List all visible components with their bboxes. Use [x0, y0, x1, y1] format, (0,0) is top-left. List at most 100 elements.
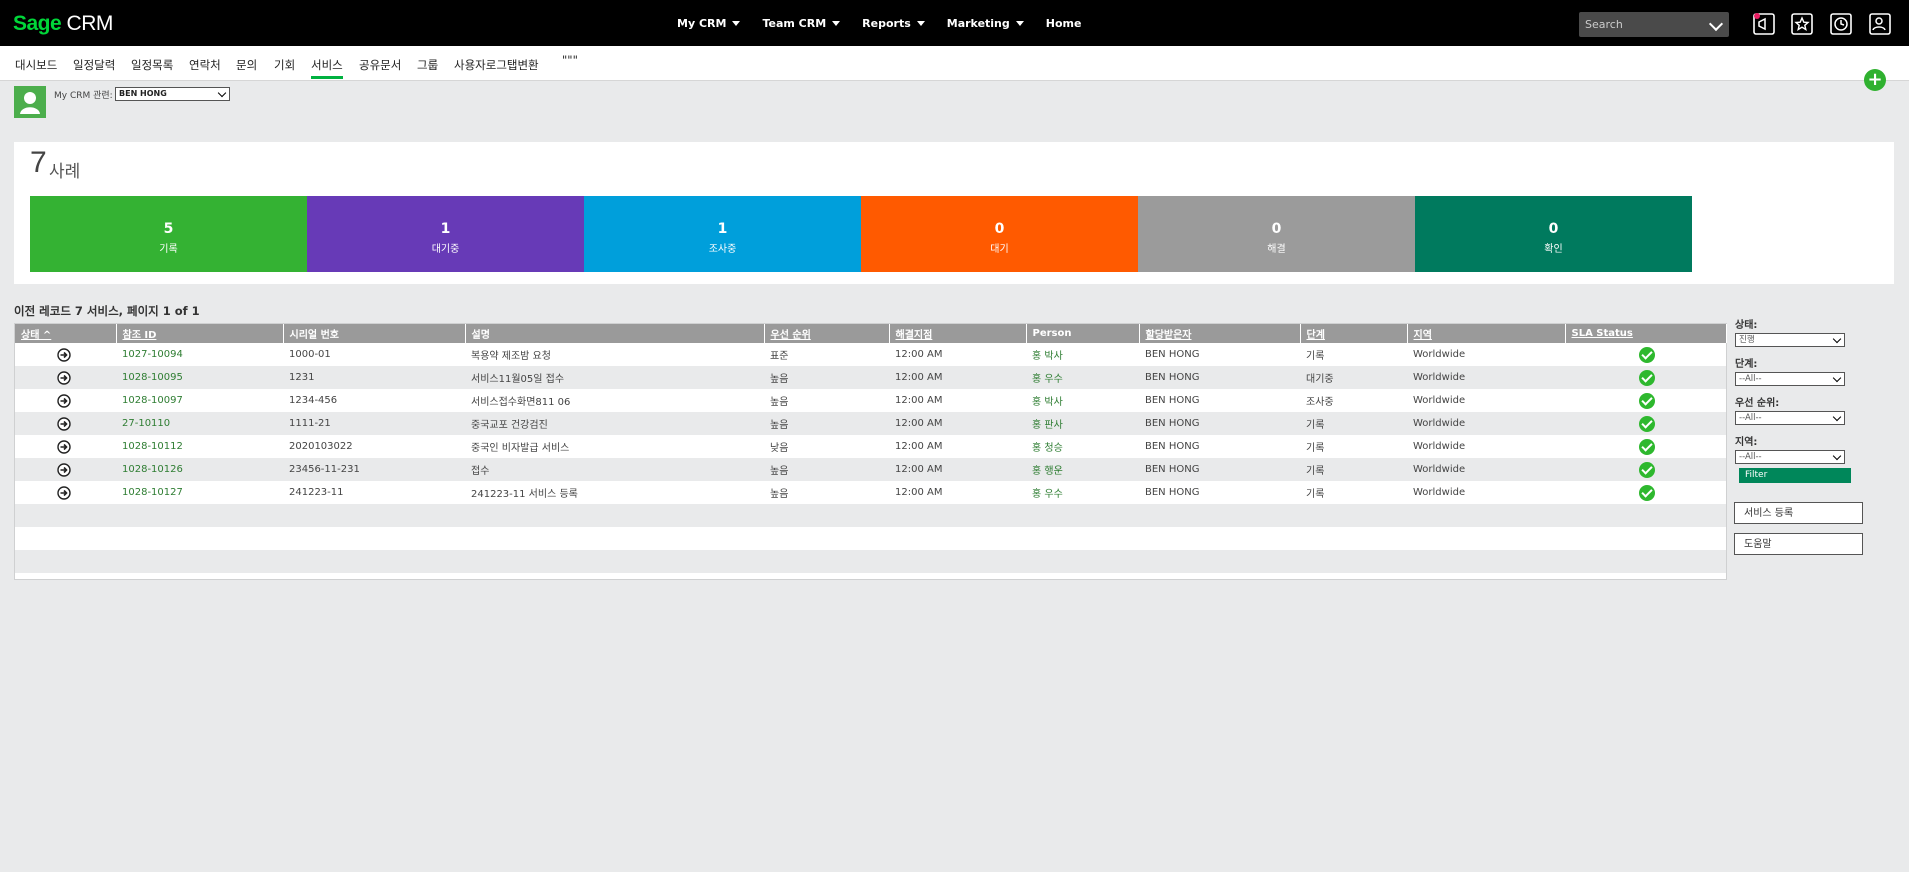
col-description: 설명 [465, 324, 765, 343]
ref-cell[interactable]: 27-10110 [116, 412, 283, 435]
table-row[interactable]: 1028-10126 23456-11-231 접수 높음 12:00 AM 홍 행운 BE… [15, 458, 1726, 481]
tile-waiting[interactable]: 1 대기중 [307, 196, 584, 272]
person-cell[interactable]: 홍 박사 [1026, 389, 1139, 412]
col-sla-status[interactable]: SLA Status [1565, 324, 1727, 343]
ref-cell[interactable]: 1028-10126 [116, 458, 283, 481]
open-record-arrow-icon[interactable] [57, 370, 71, 385]
table-row[interactable]: 1027-10094 1000-01 복용약 제조밤 요청 표준 12:00 AM 홍 박… [15, 343, 1726, 366]
person-cell[interactable]: 홍 우수 [1026, 366, 1139, 389]
tab-contacts[interactable]: 연락처 [189, 57, 221, 73]
sla-cell [1565, 366, 1726, 389]
tab-inquiries[interactable]: 문의 [236, 57, 257, 73]
case-status-tiles: 5 기록 1 대기중 1 조사중 0 대기 0 해결 0 확인 [30, 196, 1692, 272]
tab-services[interactable]: 서비스 [311, 57, 343, 79]
region-cell: Worldwide [1407, 458, 1565, 481]
new-service-button[interactable]: 서비스 등록 [1734, 502, 1863, 524]
status-filter-select[interactable]: 진행 [1735, 333, 1845, 347]
add-new-button[interactable]: + [1864, 69, 1886, 91]
tile-resolved[interactable]: 0 해결 [1138, 196, 1415, 272]
tile-investigating[interactable]: 1 조사중 [584, 196, 861, 272]
help-button[interactable]: 도움말 [1734, 533, 1863, 555]
col-assignee[interactable]: 할당받은자 [1139, 324, 1301, 343]
desc-cell: 접수 [465, 458, 764, 481]
nav-my-crm[interactable]: My CRM [677, 17, 741, 30]
sla-cell [1565, 458, 1726, 481]
open-record-arrow-icon[interactable] [57, 439, 71, 454]
ref-cell[interactable]: 1028-10097 [116, 389, 283, 412]
nav-reports[interactable]: Reports [862, 17, 925, 30]
search-box [1579, 12, 1729, 37]
person-cell[interactable]: 홍 우수 [1026, 481, 1139, 504]
nav-label: Reports [862, 17, 911, 30]
stage-cell: 기록 [1300, 458, 1407, 481]
region-cell: Worldwide [1413, 349, 1466, 360]
tile-pending[interactable]: 0 대기 [861, 196, 1138, 272]
tab-schedule-list[interactable]: 일정목록 [131, 57, 173, 73]
person-cell[interactable]: 홍 행운 [1026, 458, 1139, 481]
nav-team-crm[interactable]: Team CRM [762, 17, 841, 30]
desc-cell: 중국인 비자발급 서비스 [471, 443, 570, 454]
ref-cell[interactable]: 1028-10095 [116, 366, 283, 389]
nav-home[interactable]: Home [1046, 17, 1082, 30]
assignee-cell: BEN HONG [1145, 395, 1200, 406]
favorites-icon[interactable] [1790, 12, 1814, 36]
tab-user-log-convert[interactable]: 사용자로그탭변환 [454, 57, 539, 73]
open-record-arrow-icon[interactable] [57, 485, 71, 500]
serial-cell: 23456-11-231 [283, 458, 465, 481]
user-settings-icon[interactable] [1868, 12, 1892, 36]
stage-filter-value: --All-- [1739, 374, 1762, 384]
caret-down-icon [916, 21, 925, 26]
person-cell[interactable]: 홍 박사 [1026, 343, 1139, 366]
col-resolve-point[interactable]: 해결지점 [889, 324, 1027, 343]
region-filter-select[interactable]: --All-- [1735, 450, 1845, 464]
ref-cell[interactable]: 1028-10112 [116, 435, 283, 458]
tab-shared-docs[interactable]: 공유문서 [359, 57, 401, 73]
table-row[interactable]: 27-10110 1111-21 중국교포 건강검진 높음 12:00 AM 홍 판사 BE… [15, 412, 1726, 435]
recent-icon[interactable] [1829, 12, 1853, 36]
filter-button[interactable]: Filter [1739, 468, 1851, 483]
person-cell[interactable]: 홍 청승 [1026, 435, 1139, 458]
nav-marketing[interactable]: Marketing [947, 17, 1024, 30]
col-priority[interactable]: 우선 순위 [764, 324, 890, 343]
ref-cell[interactable]: 1027-10094 [116, 343, 283, 366]
notification-icon[interactable] [1752, 12, 1776, 36]
open-record-arrow-icon[interactable] [57, 347, 71, 362]
table-row[interactable]: 1028-10127 241223-11 241223-11 서비스 등록 높음 12:… [15, 481, 1726, 504]
ref-cell[interactable]: 1028-10127 [116, 481, 283, 504]
tab-groups[interactable]: 그룹 [417, 57, 438, 73]
open-record-arrow-icon[interactable] [57, 416, 71, 431]
filter-panel: 상태: 진행 단계: --All-- 우선 순위: --All-- 지역: --… [1735, 312, 1875, 483]
sage-crm-logo[interactable]: Sage CRM [13, 12, 113, 36]
tile-label: 해결 [1267, 244, 1286, 255]
stage-cell: 대기중 [1300, 366, 1407, 389]
col-status[interactable]: 상태 ^ [15, 324, 117, 343]
serial-cell: 1000-01 [289, 349, 331, 360]
table-row[interactable]: 1028-10095 1231 서비스11월05일 접수 높음 12:00 AM 홍 우수… [15, 366, 1726, 389]
priority-filter-select[interactable]: --All-- [1735, 411, 1845, 425]
region-cell: Worldwide [1407, 412, 1565, 435]
person-cell[interactable]: 홍 판사 [1026, 412, 1139, 435]
table-row[interactable]: 1028-10097 1234-456 서비스접수화면811 06 높음 12:00 A… [15, 389, 1726, 412]
tab-opportunities[interactable]: 기회 [274, 57, 295, 73]
open-record-arrow-icon[interactable] [57, 393, 71, 408]
tab-calendar[interactable]: 일정달력 [73, 57, 115, 73]
caret-down-icon [732, 21, 741, 26]
assignee-cell: BEN HONG [1139, 412, 1300, 435]
tile-confirmed[interactable]: 0 확인 [1415, 196, 1692, 272]
col-ref-id[interactable]: 참조 ID [116, 324, 284, 343]
serial-cell: 241223-11 [289, 487, 344, 498]
chevron-down-icon[interactable] [1708, 16, 1724, 32]
col-stage[interactable]: 단계 [1300, 324, 1408, 343]
tab-more[interactable]: """ [562, 53, 578, 67]
table-row[interactable]: 1028-10112 2020103022 중국인 비자발급 서비스 낮음 12:00 … [15, 435, 1726, 458]
table-header-row: 상태 ^ 참조 ID 시리얼 번호 설명 우선 순위 해결지점 Person 할… [15, 324, 1727, 343]
open-record-arrow-icon[interactable] [57, 462, 71, 477]
mycrm-user-select[interactable]: BEN HONG [115, 87, 230, 101]
tile-recorded[interactable]: 5 기록 [30, 196, 307, 272]
col-region[interactable]: 지역 [1407, 324, 1566, 343]
search-input[interactable] [1579, 12, 1711, 37]
check-icon [1639, 392, 1655, 409]
empty-cell [15, 504, 1726, 527]
tab-dashboard[interactable]: 대시보드 [15, 57, 57, 73]
stage-filter-select[interactable]: --All-- [1735, 372, 1845, 386]
